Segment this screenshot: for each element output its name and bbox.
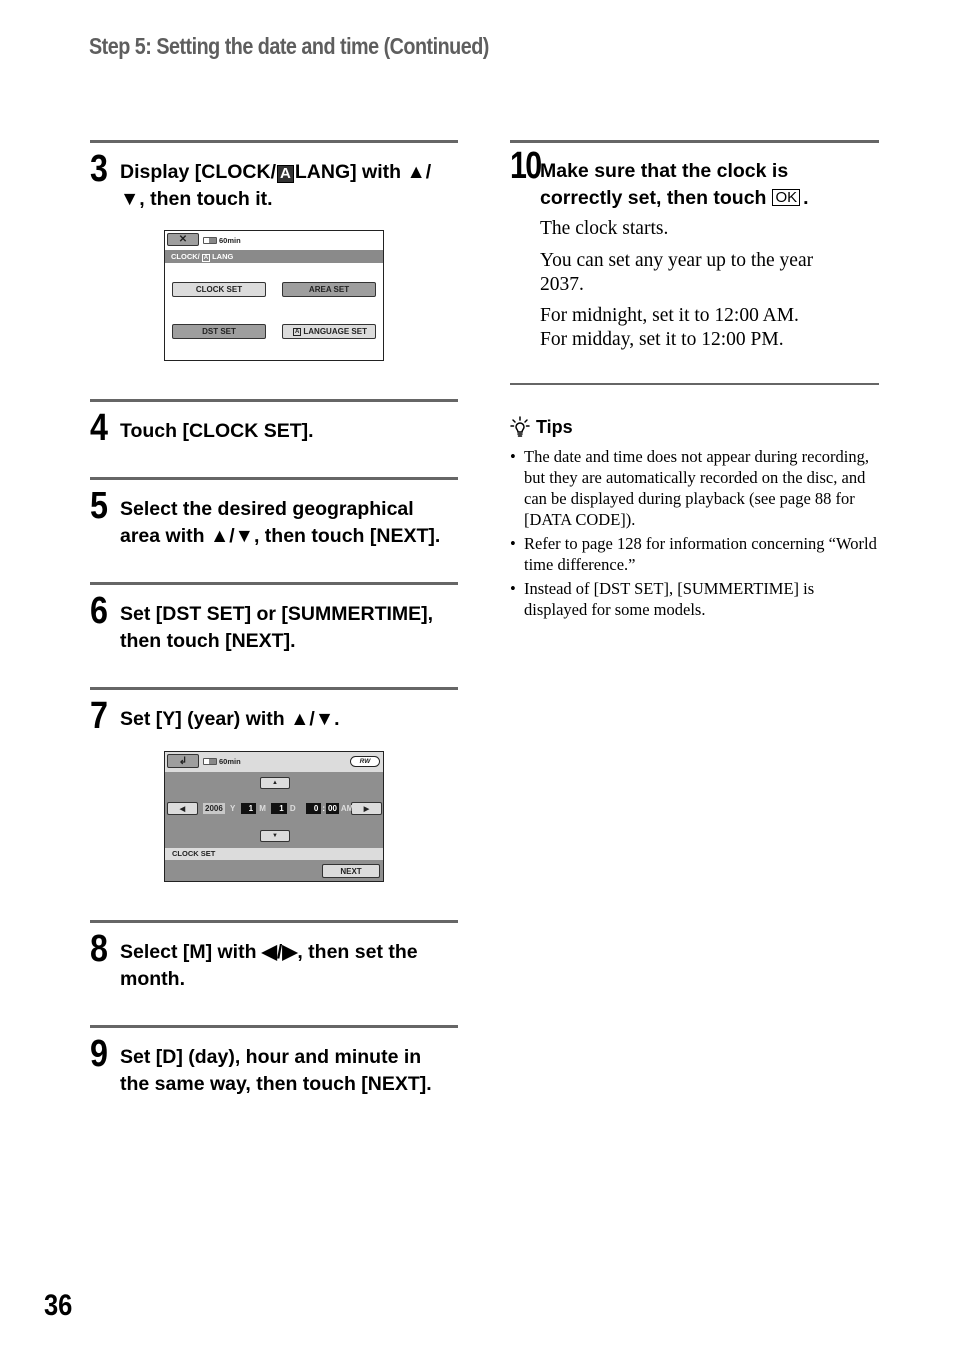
tip-item: The date and time does not appear during… <box>510 446 880 530</box>
date-time-fields: 2006 Y 1 M 1 D 0:00 AM <box>203 803 354 814</box>
disc-rw-icon: RW <box>350 756 380 767</box>
step-text: Make sure that the clock is correctly se… <box>540 160 809 209</box>
divider <box>90 140 458 143</box>
left-arrow-icon: ◀ <box>179 805 186 813</box>
dst-set-button[interactable]: DST SET <box>172 324 266 339</box>
step-10-note: The clock starts. <box>540 218 669 239</box>
auto-lang-icon: A <box>293 327 302 336</box>
step-text: Set [Y] (year) with ▲/▼. <box>120 708 340 730</box>
divider <box>90 687 458 690</box>
month-field[interactable]: 1 <box>240 803 257 814</box>
tips-list: The date and time does not appear during… <box>510 446 880 623</box>
step-text: Select [M] with ◀/▶, then set the month. <box>120 941 418 990</box>
menu-title-bar: CLOCK SET <box>165 848 383 860</box>
menu-title-bar: CLOCK/A LANG <box>165 250 383 263</box>
divider <box>510 140 879 143</box>
step-text: Select the desired geographical area with… <box>120 498 441 547</box>
step-number: 4 <box>90 407 108 449</box>
auto-lang-icon: A <box>277 165 294 183</box>
divider <box>90 582 458 585</box>
step-text: Set [DST SET] or [SUMMERTIME], then touch… <box>120 603 434 652</box>
step-number: 9 <box>90 1033 108 1075</box>
step-number: 10 <box>510 145 542 187</box>
step-text: Display [CLOCK/A LANG] with ▲/ ▼, then to… <box>120 161 432 210</box>
auto-lang-icon: A <box>201 254 211 262</box>
step-text: Set [D] (day), hour and minute in the sam… <box>120 1046 432 1095</box>
tips-heading: Tips <box>510 416 573 438</box>
step-number: 7 <box>90 695 108 737</box>
up-arrow-icon: ▲ <box>272 780 278 786</box>
battery-indicator: 60min <box>203 236 241 245</box>
up-button[interactable]: ▲ <box>260 777 290 789</box>
step-number: 5 <box>90 485 108 527</box>
divider <box>90 399 458 402</box>
step-text: Touch [CLOCK SET]. <box>120 420 314 442</box>
battery-icon <box>203 758 217 765</box>
step-number: 6 <box>90 590 108 632</box>
minute-field[interactable]: 00 <box>326 803 339 814</box>
next-button[interactable]: NEXT <box>322 864 380 878</box>
language-set-button[interactable]: A LANGUAGE SET <box>282 324 376 339</box>
day-field[interactable]: 1 <box>271 803 287 814</box>
hour-field[interactable]: 0 <box>305 803 322 814</box>
clock-set-screen: ↲ 60min RW ▲ ◀ ▶ 2006 Y 1 M 1 D 0:00 AM … <box>164 751 384 882</box>
return-button[interactable]: ↲ <box>167 754 199 768</box>
clock-lang-screen: ✕ 60min CLOCK/A LANG CLOCK SET AREA SET D… <box>164 230 384 361</box>
tip-item: Instead of [DST SET], [SUMMERTIME] is di… <box>510 578 880 620</box>
step-number: 8 <box>90 928 108 970</box>
right-arrow-icon: ▶ <box>363 805 370 813</box>
divider <box>90 1025 458 1028</box>
step-10-note: For midnight, set it to 12:00 AM. For mi… <box>540 305 799 350</box>
step-10-note: You can set any year up to the year 2037… <box>540 250 814 295</box>
lightbulb-icon <box>510 416 530 437</box>
page-header: Step 5: Setting the date and time (Conti… <box>89 33 489 59</box>
close-button[interactable]: ✕ <box>167 233 199 246</box>
tip-item: Refer to page 128 for information concer… <box>510 533 880 575</box>
page-number: 36 <box>44 1289 73 1322</box>
ok-button-icon: OK <box>772 188 801 206</box>
divider <box>90 477 458 480</box>
step-number: 3 <box>90 148 108 190</box>
down-arrow-icon: ▼ <box>272 833 278 839</box>
year-field[interactable]: 2006 <box>203 803 225 814</box>
area-set-button[interactable]: AREA SET <box>282 282 376 297</box>
return-icon: ↲ <box>178 755 188 767</box>
divider <box>510 383 879 385</box>
close-icon: ✕ <box>178 234 188 245</box>
divider <box>90 920 458 923</box>
battery-indicator: 60min <box>203 757 241 766</box>
left-button[interactable]: ◀ <box>167 802 198 815</box>
ampm-label: AM <box>340 804 354 813</box>
down-button[interactable]: ▼ <box>260 830 290 842</box>
right-button[interactable]: ▶ <box>351 802 382 815</box>
clock-set-button[interactable]: CLOCK SET <box>172 282 266 297</box>
battery-icon <box>203 237 217 244</box>
